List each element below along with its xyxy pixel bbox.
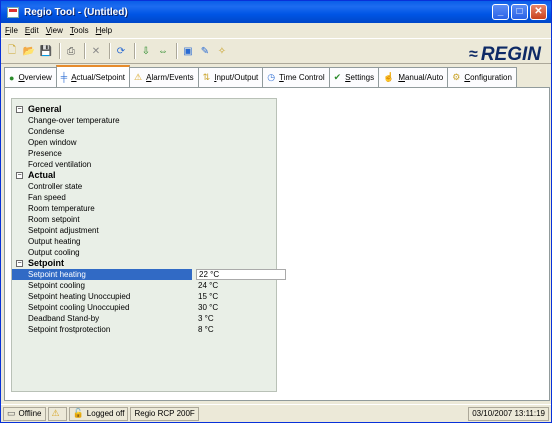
collapse-icon[interactable]: − — [16, 260, 23, 267]
tree-item[interactable]: Deadband Stand-by 3 °C — [12, 313, 276, 324]
tab-alarm-events[interactable]: ⚠ Alarm/Events — [129, 67, 199, 87]
tab-settings[interactable]: ✔ Settings — [328, 67, 380, 87]
config-icon: ⚙ — [452, 72, 461, 82]
maximize-icon[interactable]: □ — [511, 4, 528, 20]
menu-edit[interactable]: Edit — [25, 26, 39, 35]
status-alarm: ⚠ — [47, 406, 67, 421]
refresh-icon[interactable]: ⟳ — [114, 44, 128, 58]
toolbar: 🗋 📂 💾 ⎙ ✕ ⟳ ⇩ ⇔ ▣ ✎ ✧ ≈ REGIN — [1, 38, 551, 66]
regin-waves-icon: ≈ — [469, 46, 478, 63]
app-window: Regio Tool - (Untitled) _ □ ✕ File Edit … — [0, 0, 552, 423]
tab-manual-auto[interactable]: ☝ Manual/Auto — [378, 67, 449, 87]
minimize-icon[interactable]: _ — [492, 4, 509, 20]
tab-input-output[interactable]: ⇅ Input/Output — [197, 67, 264, 87]
tree-item[interactable]: Open window — [12, 137, 276, 148]
dialog-icon[interactable]: ▣ — [181, 44, 195, 58]
status-connection: ▭ Offline — [3, 406, 46, 421]
setpoint-icon: ╪ — [60, 72, 68, 82]
edit-icon[interactable]: ✎ — [198, 44, 212, 58]
alarm-icon: ⚠ — [51, 408, 60, 418]
lock-icon: 🔓 — [72, 408, 84, 418]
open-icon[interactable]: 📂 — [22, 44, 36, 58]
status-login: 🔓 Logged off — [68, 406, 129, 421]
title-bar[interactable]: Regio Tool - (Untitled) _ □ ✕ — [1, 1, 551, 23]
download-icon[interactable]: ⇩ — [139, 44, 153, 58]
tree-item[interactable]: Output heating — [12, 236, 276, 247]
menu-tools[interactable]: Tools — [70, 26, 89, 35]
tree-item[interactable]: Setpoint frostprotection 8 °C — [12, 324, 276, 335]
new-icon[interactable]: 🗋 — [5, 44, 19, 58]
close-icon[interactable]: ✕ — [530, 4, 547, 20]
tree-item[interactable]: Room setpoint — [12, 214, 276, 225]
save-icon[interactable]: 💾 — [39, 44, 53, 58]
tree-item[interactable]: Fan speed — [12, 192, 276, 203]
status-bar: ▭ Offline ⚠ 🔓 Logged off Regio RCP 200F 03… — [1, 404, 551, 422]
parameter-tree: − General Change-over temperature Conden… — [11, 98, 286, 392]
tree-item[interactable]: Setpoint adjustment — [12, 225, 276, 236]
menu-view[interactable]: View — [46, 26, 63, 35]
print-icon[interactable]: ⎙ — [64, 44, 78, 58]
tree-item[interactable]: Setpoint heating Unoccupied 15 °C — [12, 291, 276, 302]
logo-text: REGIN — [480, 44, 541, 65]
overview-icon: ● — [9, 72, 15, 83]
status-device: Regio RCP 200F — [130, 406, 199, 421]
manual-icon: ☝ — [383, 72, 395, 82]
tab-content: − General Change-over temperature Conden… — [4, 87, 550, 401]
tree-item[interactable]: Room temperature — [12, 203, 276, 214]
tab-time-control[interactable]: ◷ Time Control — [262, 67, 330, 87]
status-datetime: 03/10/2007 13:11:19 — [468, 406, 549, 421]
io-icon: ⇅ — [202, 72, 211, 82]
tree-group-setpoint[interactable]: − Setpoint — [12, 258, 276, 269]
tree-item[interactable]: Output cooling — [12, 247, 276, 258]
settings-icon: ✔ — [333, 72, 342, 82]
collapse-icon[interactable]: − — [16, 106, 23, 113]
tab-actual-setpoint[interactable]: ╪ Actual/Setpoint — [55, 65, 131, 87]
app-icon — [7, 6, 19, 18]
wizard-icon[interactable]: ✧ — [215, 44, 229, 58]
network-icon: ▭ — [7, 408, 16, 418]
tree-item[interactable]: Forced ventilation — [12, 159, 276, 170]
menu-file[interactable]: File — [5, 26, 18, 35]
collapse-icon[interactable]: − — [16, 172, 23, 179]
regin-logo: ≈ REGIN — [469, 44, 541, 66]
tree-item[interactable]: Setpoint cooling 24 °C — [12, 280, 276, 291]
tree-group-general[interactable]: − General — [12, 104, 276, 115]
window-title: Regio Tool - (Untitled) — [24, 6, 128, 18]
time-icon: ◷ — [267, 72, 276, 82]
tab-configuration[interactable]: ⚙ Configuration — [447, 67, 517, 87]
delete-icon[interactable]: ✕ — [89, 44, 103, 58]
tree-item[interactable]: Change-over temperature — [12, 115, 276, 126]
transfer-icon[interactable]: ⇔ — [156, 44, 170, 58]
tab-overview[interactable]: ● Overview — [4, 67, 57, 87]
tab-bar: ● Overview ╪ Actual/Setpoint ⚠ Alarm/Events… — [4, 65, 550, 87]
tree-item[interactable]: Condense — [12, 126, 276, 137]
tree-item-selected[interactable]: Setpoint heating — [12, 269, 192, 280]
alarm-icon: ⚠ — [134, 72, 143, 82]
tree-group-actual[interactable]: − Actual — [12, 170, 276, 181]
menu-bar: File Edit View Tools Help — [1, 23, 551, 37]
tree-item[interactable]: Setpoint cooling Unoccupied 30 °C — [12, 302, 276, 313]
tree-item[interactable]: Controller state — [12, 181, 276, 192]
setpoint-heating-input[interactable]: 22 °C — [196, 269, 286, 280]
tree-item[interactable]: Presence — [12, 148, 276, 159]
menu-help[interactable]: Help — [96, 26, 112, 35]
